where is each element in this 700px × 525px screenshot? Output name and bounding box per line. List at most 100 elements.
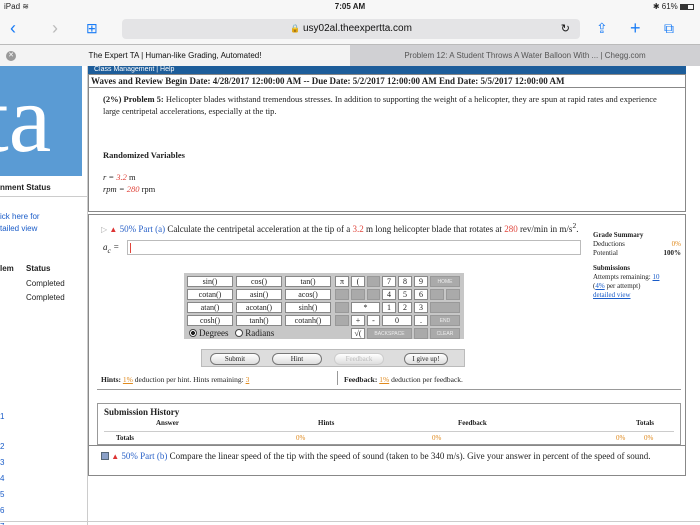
table-row (104, 431, 674, 443)
share-icon[interactable]: ⇪ (596, 17, 608, 39)
grade-summary: Grade Summary Deductions 0% Potential 100%… (593, 231, 681, 300)
expand-arrow-icon[interactable]: ▷ (101, 225, 107, 234)
list-item[interactable]: 2 (0, 442, 4, 451)
list-item[interactable]: 4 (0, 474, 4, 483)
disabled-key (367, 289, 380, 300)
digit-7-button[interactable]: 7 (382, 276, 396, 287)
answer-input[interactable] (127, 240, 581, 255)
digit-6-button[interactable]: 6 (414, 289, 428, 300)
back-icon[interactable]: ‹ (10, 17, 16, 39)
end-button[interactable]: END (430, 315, 460, 326)
tab-expert-ta[interactable]: ✕ The Expert TA | Human-like Grading, Au… (0, 45, 350, 67)
asin-button[interactable]: asin() (236, 289, 282, 300)
digit-9-button[interactable]: 9 (414, 276, 428, 287)
multiply-button[interactable]: * (351, 302, 380, 313)
angle-mode: Degrees Radians (189, 328, 274, 338)
disabled-key (430, 289, 444, 300)
submission-history-title: Submission History (104, 407, 180, 417)
forward-icon[interactable]: › (52, 17, 58, 39)
class-management-bar[interactable]: Class Management | Help (88, 66, 686, 74)
tanh-button[interactable]: tanh() (236, 315, 282, 326)
acos-button[interactable]: acos() (285, 289, 331, 300)
warning-icon: ▲ (109, 225, 118, 234)
radio-icon (235, 329, 244, 337)
disabled-key (414, 328, 428, 339)
close-icon[interactable]: ✕ (6, 51, 16, 61)
decimal-button[interactable]: . (414, 315, 428, 326)
list-item[interactable]: 1 (0, 412, 4, 421)
sqrt-button[interactable]: √( (351, 328, 365, 339)
atan-button[interactable]: atan() (187, 302, 233, 313)
tab-bar: ✕ The Expert TA | Human-like Grading, Au… (0, 44, 700, 67)
cotanh-button[interactable]: cotanh() (285, 315, 331, 326)
battery-icon (680, 3, 694, 10)
variable-r: r = 3.2 m (103, 172, 136, 182)
status-bar: iPad ≋ 7:05 AM ✱ 61% (0, 0, 700, 14)
disabled-key (367, 276, 380, 287)
digit-5-button[interactable]: 5 (398, 289, 412, 300)
disabled-key (430, 302, 460, 313)
detailed-view-link[interactable]: detailed view (593, 291, 681, 300)
digit-1-button[interactable]: 1 (382, 302, 396, 313)
divider (97, 389, 681, 390)
digit-4-button[interactable]: 4 (382, 289, 396, 300)
totals-value: 0% (644, 434, 654, 442)
list-item[interactable]: 3 (0, 458, 4, 467)
calculator-keypad: sin() cos() tan() cotan() asin() acos() … (184, 273, 464, 339)
problem-column-header: lem (0, 264, 14, 273)
divider (0, 521, 700, 522)
disabled-key (335, 289, 349, 300)
answer-column-header: Answer (156, 419, 179, 427)
part-b-label[interactable]: 50% Part (b) (121, 451, 167, 461)
home-button[interactable]: HOME (430, 276, 460, 287)
radians-radio[interactable]: Radians (235, 328, 274, 338)
plus-button[interactable]: + (351, 315, 365, 326)
address-bar[interactable]: 🔒 usy02al.theexpertta.com ↻ (122, 19, 580, 39)
digit-8-button[interactable]: 8 (398, 276, 412, 287)
totals-value: 0% (616, 434, 626, 442)
bookmarks-icon[interactable]: ⊞ (86, 17, 98, 39)
tab-chegg[interactable]: Problem 12: A Student Throws A Water Bal… (350, 45, 700, 67)
sin-button[interactable]: sin() (187, 276, 233, 287)
minus-button[interactable]: - (367, 315, 380, 326)
submit-button[interactable]: Submit (210, 353, 260, 365)
backspace-button[interactable]: BACKSPACE (367, 328, 412, 339)
feedback-column-header: Feedback (458, 419, 487, 427)
open-paren-button[interactable]: ( (351, 276, 365, 287)
feedback-button[interactable]: Feedback (334, 353, 384, 365)
hints-info: Hints: 1% deduction per hint. Hints rema… (101, 375, 250, 384)
assignment-status-heading: nment Status (0, 183, 87, 197)
part-b-panel: ▲ 50% Part (b) Compare the linear speed … (88, 446, 686, 476)
new-tab-icon[interactable]: + (630, 17, 641, 39)
cotan-button[interactable]: cotan() (187, 289, 233, 300)
digit-2-button[interactable]: 2 (398, 302, 412, 313)
acotan-button[interactable]: acotan() (236, 302, 282, 313)
tan-button[interactable]: tan() (285, 276, 331, 287)
submission-history: Submission History Answer Hints Feedback… (97, 403, 681, 445)
tabs-overview-icon[interactable]: ⧉ (664, 17, 674, 39)
sinh-button[interactable]: sinh() (285, 302, 331, 313)
digit-0-button[interactable]: 0 (382, 315, 412, 326)
degrees-radio[interactable]: Degrees (189, 328, 228, 338)
variable-rpm: rpm = 280 rpm (103, 184, 156, 194)
digit-3-button[interactable]: 3 (414, 302, 428, 313)
cos-button[interactable]: cos() (236, 276, 282, 287)
pi-button[interactable]: π (335, 276, 349, 287)
list-item[interactable]: 6 (0, 506, 4, 515)
detailed-view-link[interactable]: ick here for tailed view (0, 211, 40, 235)
list-item[interactable]: 5 (0, 490, 4, 499)
url-text: usy02al.theexpertta.com (303, 23, 412, 34)
battery-status: ✱ 61% (653, 2, 694, 11)
status-value: Completed (26, 279, 65, 288)
divider (337, 371, 338, 385)
hints-total: 0% (296, 434, 306, 442)
disabled-key (446, 289, 460, 300)
clear-button[interactable]: CLEAR (430, 328, 460, 339)
cosh-button[interactable]: cosh() (187, 315, 233, 326)
browser-toolbar: ‹ › ⊞ 🔒 usy02al.theexpertta.com ↻ ⇪ + ⧉ (0, 14, 700, 44)
hint-button[interactable]: Hint (272, 353, 322, 365)
problem-text: (2%) Problem 5: Helicopter blades withst… (103, 94, 657, 116)
reload-icon[interactable]: ↻ (561, 19, 570, 39)
give-up-button[interactable]: I give up! (404, 353, 448, 365)
status-column-header: Status (26, 264, 51, 273)
